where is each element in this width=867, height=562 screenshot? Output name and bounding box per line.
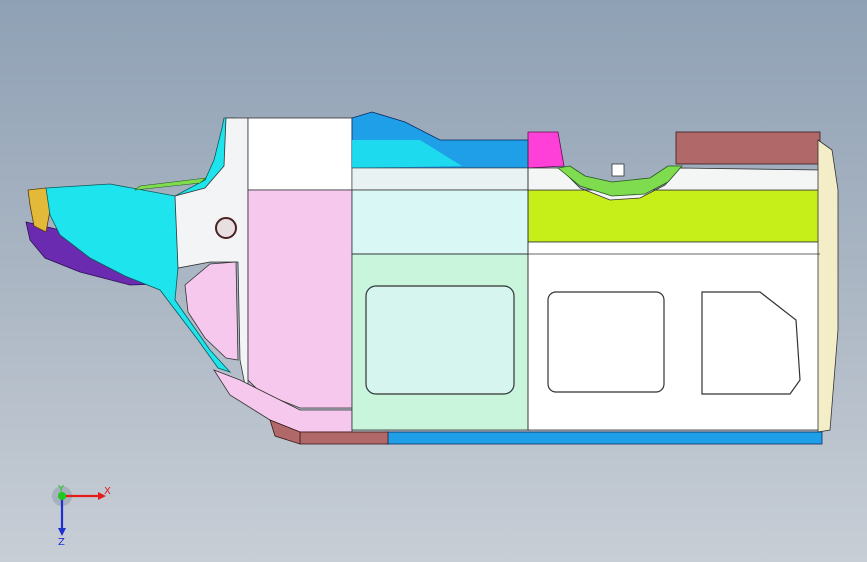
- side-sill[interactable]: [385, 431, 823, 445]
- roof-rail-strip[interactable]: [351, 167, 531, 191]
- front-end-pillar[interactable]: [817, 139, 839, 433]
- rear-wheel-arch-panel[interactable]: [184, 261, 239, 361]
- graphics-viewport[interactable]: X Y Z: [0, 0, 867, 562]
- axis-label-z: Z: [58, 537, 65, 546]
- fuel-cap[interactable]: [215, 217, 237, 239]
- roof-front-header[interactable]: [675, 131, 821, 165]
- roof-trim[interactable]: [527, 131, 565, 169]
- side-panel-upper[interactable]: [351, 189, 531, 255]
- antenna-mount[interactable]: [611, 163, 625, 177]
- b-pillar-upper[interactable]: [247, 117, 353, 191]
- sill-joint[interactable]: [299, 431, 389, 445]
- coordinate-triad: X Y Z: [48, 482, 118, 548]
- axis-label-x: X: [104, 486, 111, 497]
- b-pillar-lower[interactable]: [247, 189, 353, 409]
- front-body-band[interactable]: [527, 189, 821, 243]
- window-rear[interactable]: [365, 285, 515, 395]
- car-body-model[interactable]: [0, 0, 867, 562]
- axis-label-y: Y: [57, 484, 65, 495]
- window-middle[interactable]: [547, 291, 665, 393]
